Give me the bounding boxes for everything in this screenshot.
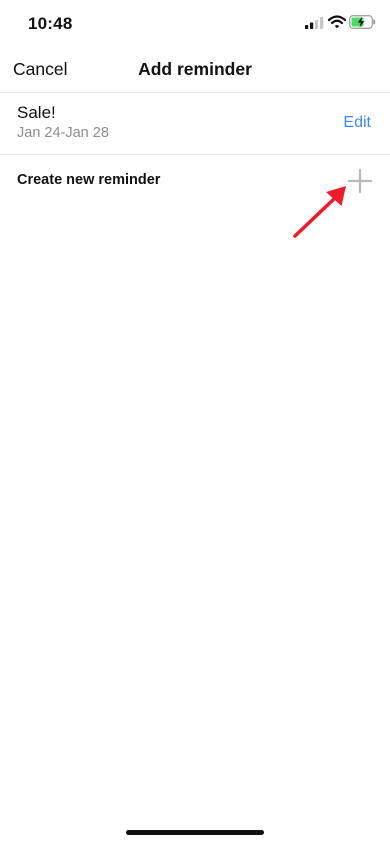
edit-button[interactable]: Edit — [343, 114, 371, 132]
reminder-title: Sale! — [17, 103, 56, 122]
status-time: 10:48 — [28, 14, 73, 33]
reminder-row: Sale! Jan 24-Jan 28 Edit — [0, 93, 390, 155]
signal-icon — [305, 17, 324, 29]
wifi-icon — [328, 15, 346, 29]
nav-bar: Cancel Add reminder — [0, 48, 390, 93]
reminder-dates: Jan 24-Jan 28 — [17, 125, 109, 141]
battery-icon — [349, 15, 376, 29]
annotation-arrow — [293, 186, 346, 238]
status-bar: 10:48 — [0, 0, 390, 48]
create-reminder-label: Create new reminder — [17, 172, 161, 188]
home-indicator[interactable] — [126, 830, 264, 835]
page-title: Add reminder — [138, 59, 252, 79]
